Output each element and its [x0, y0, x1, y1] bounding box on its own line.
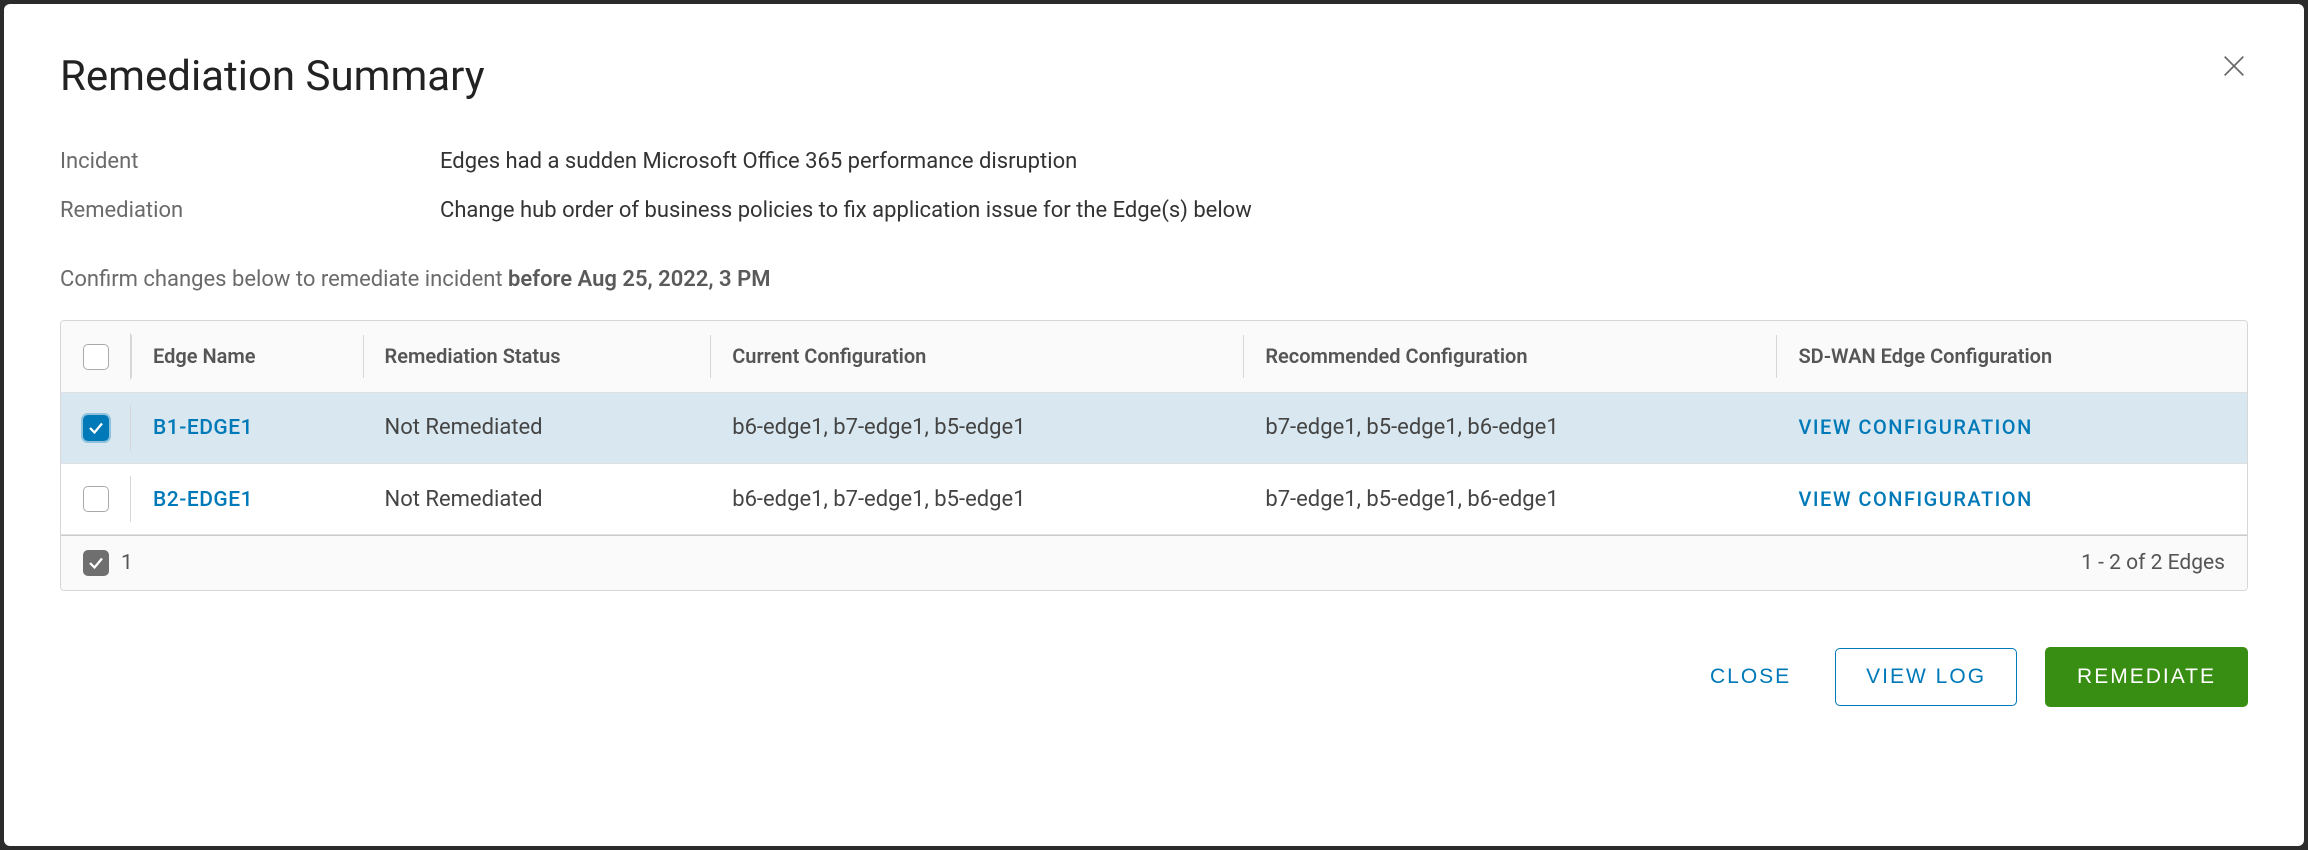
table-footer: 1 1 - 2 of 2 Edges	[61, 535, 2247, 590]
table-header-row: Edge Name Remediation Status Current Con…	[61, 321, 2247, 392]
view-log-button[interactable]: VIEW LOG	[1835, 648, 2017, 706]
header-edge-name[interactable]: Edge Name	[131, 321, 363, 392]
view-configuration-link[interactable]: VIEW CONFIGURATION	[1798, 415, 2032, 439]
table-row[interactable]: B1-EDGE1 Not Remediated b6-edge1, b7-edg…	[61, 392, 2247, 463]
header-select-all[interactable]	[61, 321, 131, 392]
edges-table: Edge Name Remediation Status Current Con…	[60, 320, 2248, 591]
edge-name-link[interactable]: B1-EDGE1	[153, 416, 253, 440]
incident-value: Edges had a sudden Microsoft Office 365 …	[440, 149, 1077, 174]
dialog-actions: CLOSE VIEW LOG REMEDIATE	[60, 647, 2248, 707]
remediation-row: Remediation Change hub order of business…	[60, 198, 2248, 223]
dialog-title: Remediation Summary	[60, 52, 485, 101]
header-sdwan-config[interactable]: SD-WAN Edge Configuration	[1776, 321, 2247, 392]
recommended-config-cell: b7-edge1, b5-edge1, b6-edge1	[1243, 392, 1776, 463]
remediation-status-cell: Not Remediated	[363, 392, 711, 463]
remediation-summary-dialog: Remediation Summary Incident Edges had a…	[4, 4, 2304, 846]
header-recommended-config[interactable]: Recommended Configuration	[1243, 321, 1776, 392]
remediation-value: Change hub order of business policies to…	[440, 198, 1252, 223]
edge-name-link[interactable]: B2-EDGE1	[153, 488, 253, 512]
current-config-cell: b6-edge1, b7-edge1, b5-edge1	[710, 463, 1243, 534]
confirm-prefix: Confirm changes below to remediate incid…	[60, 267, 508, 292]
header-remediation-status[interactable]: Remediation Status	[363, 321, 711, 392]
select-all-checkbox[interactable]	[83, 344, 109, 370]
confirm-deadline: before Aug 25, 2022, 3 PM	[508, 267, 770, 292]
close-icon[interactable]	[2220, 52, 2248, 80]
header-current-config[interactable]: Current Configuration	[710, 321, 1243, 392]
remediation-status-cell: Not Remediated	[363, 463, 711, 534]
table-row[interactable]: B2-EDGE1 Not Remediated b6-edge1, b7-edg…	[61, 463, 2247, 534]
recommended-config-cell: b7-edge1, b5-edge1, b6-edge1	[1243, 463, 1776, 534]
current-config-cell: b6-edge1, b7-edge1, b5-edge1	[710, 392, 1243, 463]
footer-selection-indicator[interactable]	[83, 550, 109, 576]
incident-row: Incident Edges had a sudden Microsoft Of…	[60, 149, 2248, 174]
footer-selected-count: 1	[121, 551, 133, 575]
remediate-button[interactable]: REMEDIATE	[2045, 647, 2248, 707]
close-button[interactable]: CLOSE	[1694, 649, 1807, 705]
footer-range: 1 - 2 of 2 Edges	[2081, 551, 2225, 575]
view-configuration-link[interactable]: VIEW CONFIGURATION	[1798, 487, 2032, 511]
remediation-label: Remediation	[60, 198, 440, 223]
confirm-text: Confirm changes below to remediate incid…	[60, 267, 2248, 292]
row-checkbox[interactable]	[83, 486, 109, 512]
incident-label: Incident	[60, 149, 440, 174]
row-checkbox[interactable]	[83, 415, 109, 441]
